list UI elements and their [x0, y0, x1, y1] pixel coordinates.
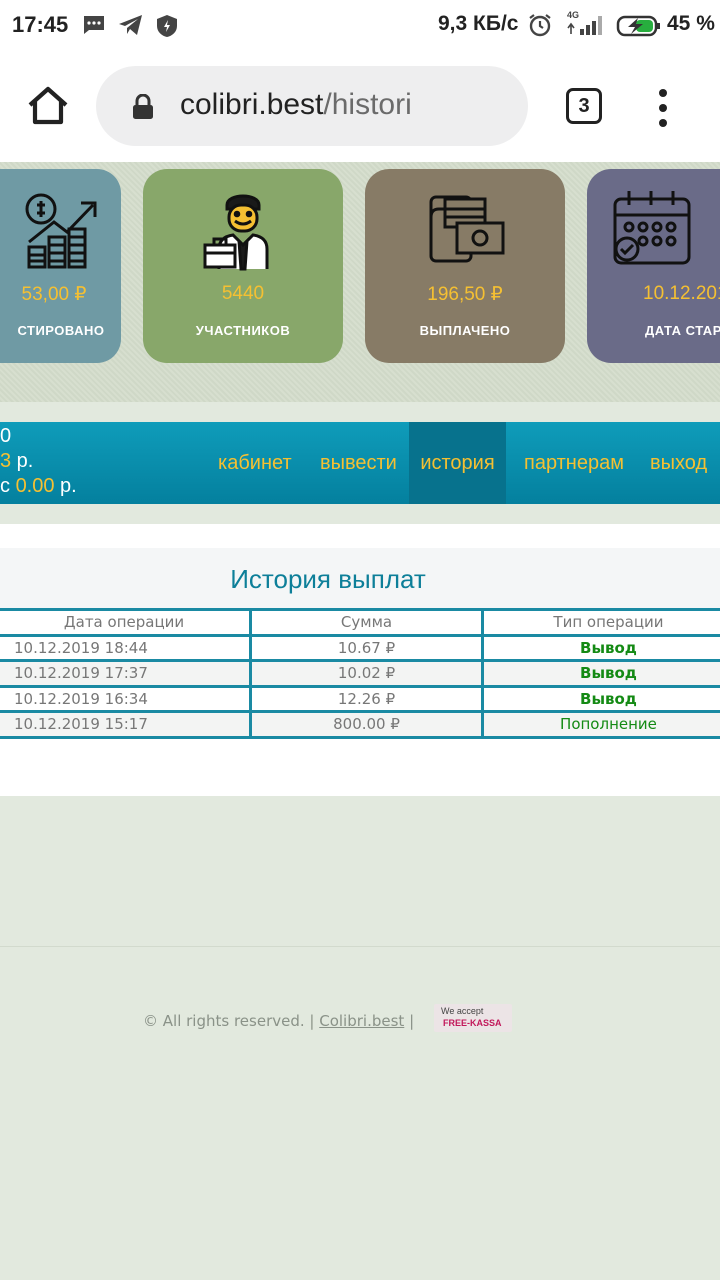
balance-info: 0 3 р. с 0.00 р. [0, 424, 77, 499]
main-navbar: 0 3 р. с 0.00 р. кабинет вывести история… [0, 422, 720, 504]
stat-value: 10.12.201 [643, 283, 720, 304]
url-text[interactable]: colibri.best/histori [180, 88, 412, 122]
title-bar-filler [656, 548, 720, 610]
copyright-text: © All rights reserved. | [143, 1012, 315, 1030]
stat-value: 53,00 ₽ [21, 284, 87, 305]
cell-amount: 10.02 ₽ [249, 659, 484, 688]
table-row: 10.12.2019 18:44 10.67 ₽ Вывод [0, 633, 720, 662]
stat-caption: ВЫПЛАЧЕНО [419, 323, 511, 338]
nav-item-history[interactable]: история [409, 422, 506, 504]
telegram-icon [119, 15, 142, 35]
stat-card-paid: 196,50 ₽ ВЫПЛАЧЕНО [365, 169, 565, 363]
url-path: /histori [323, 88, 412, 121]
stat-caption: УЧАСТНИКОВ [195, 323, 291, 338]
badge-line-1: We accept [441, 1006, 484, 1016]
shield-icon [157, 15, 177, 37]
network-speed: 9,3 КБ/с [438, 12, 519, 35]
balance-line-3: с 0.00 р. [0, 475, 77, 497]
stat-value: 5440 [221, 283, 265, 304]
footer-divider [0, 946, 720, 947]
table-row: 10.12.2019 16:34 12.26 ₽ Вывод [0, 684, 720, 713]
cell-date: 10.12.2019 18:44 [0, 633, 253, 662]
menu-dots-icon[interactable] [650, 88, 676, 128]
table-header-row: Дата операции Сумма Тип операции [0, 608, 720, 637]
stat-card-participants: 5440 УЧАСТНИКОВ [143, 169, 343, 363]
balance-line-1: 0 [0, 425, 12, 447]
nav-item-cabinet[interactable]: кабинет [218, 422, 292, 504]
wallet-icon [429, 195, 505, 263]
browser-toolbar: colibri.best/histori 3 [0, 52, 720, 162]
footer-separator: | [409, 1012, 415, 1030]
tab-switcher-button[interactable]: 3 [566, 88, 602, 124]
history-panel: История выплат Дата операции Сумма Тип о… [0, 524, 720, 796]
column-header-type: Тип операции [480, 608, 720, 637]
stat-value: 196,50 ₽ [427, 284, 503, 305]
businessman-icon [203, 194, 269, 271]
cell-amount: 10.67 ₽ [249, 633, 484, 662]
nav-item-partners[interactable]: партнерам [524, 422, 624, 504]
column-header-date: Дата операции [0, 608, 253, 637]
table-row: 10.12.2019 15:17 800.00 ₽ Пополнение [0, 710, 720, 739]
table-row: 10.12.2019 17:37 10.02 ₽ Вывод [0, 659, 720, 688]
cell-date: 10.12.2019 17:37 [0, 659, 253, 688]
cell-date: 10.12.2019 16:34 [0, 684, 253, 713]
money-growth-icon [25, 193, 97, 269]
stat-caption: СТИРОВАНО [17, 323, 105, 338]
footer-site-link[interactable]: Colibri.best [319, 1012, 404, 1030]
free-kassa-badge[interactable]: We accept FREE-KASSA [434, 1004, 512, 1032]
stat-card-start-date: 10.12.201 ДАТА СТАРТ [587, 169, 720, 363]
address-bar[interactable]: colibri.best/histori [96, 66, 528, 146]
stats-banner: 53,00 ₽ СТИРОВАНО 5440 УЧАСТНИКОВ 196,50… [0, 162, 720, 402]
history-table: Дата операции Сумма Тип операции 10.12.2… [0, 608, 720, 739]
cell-type: Вывод [480, 659, 720, 688]
lock-icon [133, 94, 153, 119]
nav-item-withdraw[interactable]: вывести [320, 422, 397, 504]
status-time: 17:45 [12, 12, 69, 37]
cell-amount: 800.00 ₽ [249, 710, 484, 739]
alarm-icon [529, 14, 551, 37]
page-title: История выплат [0, 548, 656, 610]
stat-card-invested: 53,00 ₽ СТИРОВАНО [0, 169, 121, 363]
stat-caption: ДАТА СТАРТ [645, 323, 720, 338]
cell-type: Вывод [480, 684, 720, 713]
calendar-icon [613, 191, 691, 265]
column-header-amount: Сумма [249, 608, 484, 637]
cell-type: Пополнение [480, 710, 720, 739]
status-bar: 17:45 9,3 КБ/с 4G 45 % [0, 0, 720, 52]
url-domain: colibri.best [180, 88, 324, 121]
nav-item-logout[interactable]: выход [650, 422, 707, 504]
battery-percent: 45 % [667, 12, 715, 35]
battery-charging-icon [616, 15, 660, 37]
home-icon[interactable] [26, 84, 70, 128]
cell-date: 10.12.2019 15:17 [0, 710, 253, 739]
cell-amount: 12.26 ₽ [249, 684, 484, 713]
chat-icon [84, 16, 104, 34]
balance-line-2: 3 р. [0, 450, 34, 472]
signal-icon [567, 16, 602, 35]
footer-text: © All rights reserved. | Colibri.best | [143, 1012, 414, 1030]
cell-type: Вывод [480, 633, 720, 662]
badge-line-2: FREE-KASSA [443, 1018, 502, 1028]
